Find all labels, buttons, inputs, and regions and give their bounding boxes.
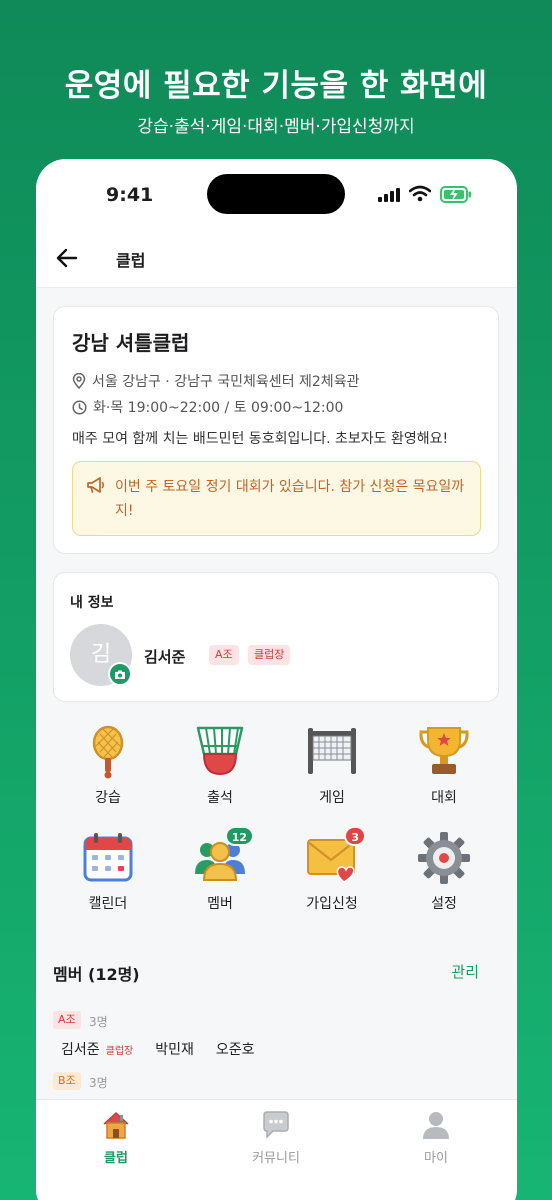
battery-icon [440,186,471,203]
location-pin-icon [72,373,86,389]
person-icon [423,1112,449,1139]
club-description: 매주 모여 함께 치는 배드민턴 동호회입니다. 초보자도 환영해요! [72,431,449,447]
bottom-tab-bar: 클럽 커뮤니티 마이 [36,1099,517,1200]
chat-icon [263,1111,289,1139]
menu-lessons[interactable]: 강습 [52,724,164,807]
phone-screen: 9:41 클럽 강남 셔틀클럽 서울 강남구 · 강남구 국민체육센터 제2체육… [36,159,517,1200]
app-bar: 클럽 [36,229,517,288]
menu-label: 캘린더 [88,896,128,912]
member-name[interactable]: 김서준 [61,1039,100,1059]
clock-icon [72,399,87,415]
racket-icon [92,725,124,779]
members-section-title: 멤버 (12명) [53,965,140,984]
group-tag-b: B조 [53,1072,81,1090]
role-badge: 클럽장 [248,645,291,665]
menu-games[interactable]: 게임 [276,724,388,807]
menu-label: 대회 [431,790,457,806]
leader-label: 클럽장 [105,1045,134,1057]
menu-join-requests[interactable]: 3 가입신청 [276,826,388,913]
menu-label: 출석 [207,790,233,806]
club-location: 서울 강남구 · 강남구 국민체육센터 제2체육관 [92,374,360,390]
member-name[interactable]: 박민재 [155,1039,194,1059]
tab-label: 클럽 [104,1151,128,1166]
megaphone-icon [87,477,104,493]
shuttlecock-icon [196,726,244,776]
camera-button[interactable] [108,662,132,686]
club-hours: 화·목 19:00~22:00 / 토 09:00~12:00 [93,400,344,416]
promo-subtitle: 강습·출석·게임·대회·멤버·가입신청까지 [137,117,415,137]
house-icon [103,1112,129,1139]
status-bar: 9:41 [36,159,517,229]
menu-calendar[interactable]: 캘린더 [52,830,164,913]
my-name: 김서준 [144,648,186,666]
join-requests-count-badge: 3 [344,826,366,846]
my-info-heading: 내 정보 [70,595,114,611]
tab-community[interactable]: 커뮤니티 [216,1110,336,1166]
trophy-icon [419,727,469,774]
my-info-card: 내 정보 김 김서준 A조 클럽장 [53,572,499,702]
group-count-b: 3명 [89,1076,108,1090]
menu-label: 설정 [431,896,457,912]
tab-my[interactable]: 마이 [376,1110,496,1166]
status-time: 9:41 [106,184,154,206]
menu-attendance[interactable]: 출석 [164,724,276,807]
net-icon [308,728,356,774]
group-tag-a: A조 [53,1011,81,1029]
menu-label: 가입신청 [306,896,358,912]
group-a-members: 김서준 클럽장 박민재 오준호 [61,1039,277,1059]
menu-tournament[interactable]: 대회 [388,724,500,807]
tab-label: 커뮤니티 [252,1151,300,1166]
club-name: 강남 셔틀클럽 [72,331,190,355]
page-title: 클럽 [116,251,146,270]
menu-label: 멤버 [207,896,233,912]
manage-members-button[interactable]: 관리 [451,961,479,982]
menu-members[interactable]: 12 멤버 [164,826,276,913]
back-arrow-icon[interactable] [56,247,78,269]
dynamic-island [207,174,345,214]
club-info-card: 강남 셔틀클럽 서울 강남구 · 강남구 국민체육센터 제2체육관 화·목 19… [53,306,499,554]
menu-label: 게임 [319,790,345,806]
menu-label: 강습 [95,790,121,806]
tab-label: 마이 [424,1151,448,1166]
group-count-a: 3명 [89,1015,108,1029]
grade-badge: A조 [209,645,239,665]
club-location-row: 서울 강남구 · 강남구 국민체육센터 제2체육관 [72,371,359,391]
member-name[interactable]: 오준호 [216,1039,255,1059]
menu-settings[interactable]: 설정 [388,830,500,913]
calendar-icon [83,833,133,882]
promo-title: 운영에 필요한 기능을 한 화면에 [64,68,488,104]
members-count-badge: 12 [224,826,254,846]
club-hours-row: 화·목 19:00~22:00 / 토 09:00~12:00 [72,397,343,417]
notice-banner[interactable]: 이번 주 토요일 정기 대회가 있습니다. 참가 신청은 목요일까지! [72,461,481,536]
notice-text: 이번 주 토요일 정기 대회가 있습니다. 참가 신청은 목요일까지! [115,479,465,519]
tab-club[interactable]: 클럽 [56,1110,176,1166]
signal-icon [378,188,400,202]
gear-icon [418,832,470,884]
wifi-icon [409,185,431,202]
camera-icon [115,670,125,679]
